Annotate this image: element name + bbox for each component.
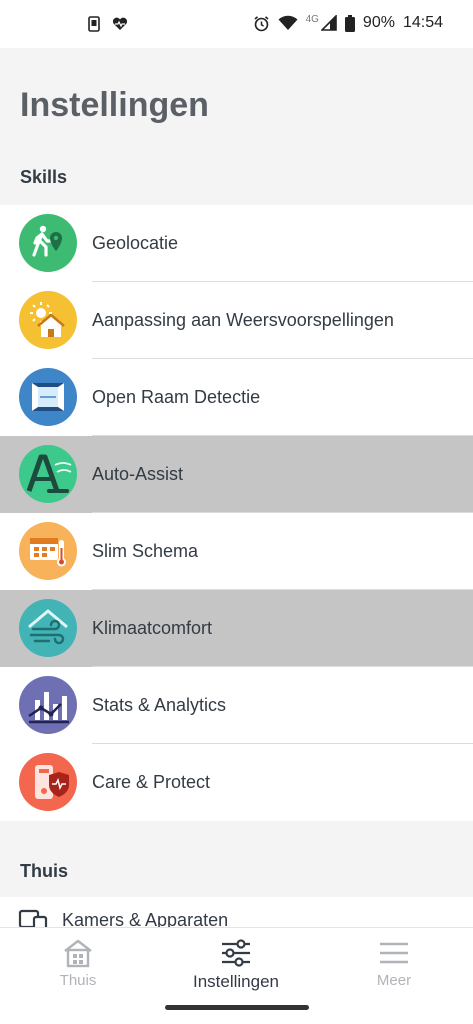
nav-label: Instellingen (192, 972, 279, 991)
skill-label: Slim Schema (92, 541, 199, 561)
skill-label: Auto-Assist (92, 464, 184, 484)
care-protect-icon (19, 753, 77, 811)
network-type: 4G (305, 13, 319, 25)
geolocation-icon (19, 214, 77, 272)
wifi-icon (278, 15, 298, 30)
skill-label: Care & Protect (92, 772, 211, 792)
home-icon (64, 939, 92, 968)
battery-icon (344, 14, 355, 32)
weather-house-icon (19, 291, 77, 349)
skill-item-open-window-detection[interactable]: Open Raam Detectie (0, 359, 473, 436)
skill-label: Aanpassing aan Weersvoorspellingen (92, 310, 394, 330)
menu-icon (380, 942, 408, 964)
section-header-skills: Skills (20, 167, 68, 187)
skill-item-auto-assist[interactable]: Auto-Assist (0, 436, 473, 513)
nav-tab-meer[interactable]: Meer (334, 938, 454, 989)
stats-icon (19, 676, 77, 734)
section-header-thuis: Thuis (20, 861, 68, 881)
smart-schedule-icon (19, 522, 77, 580)
nav-label: Meer (376, 972, 412, 989)
skill-item-smart-schedule[interactable]: Slim Schema (0, 513, 473, 590)
cell-signal-icon (320, 15, 337, 31)
home-indicator-bar[interactable] (165, 1005, 309, 1010)
health-heart-icon (112, 17, 128, 30)
open-window-icon (19, 368, 77, 426)
skill-item-climate-comfort[interactable]: Klimaatcomfort (0, 590, 473, 667)
auto-assist-icon (19, 445, 77, 503)
skill-label: Open Raam Detectie (92, 387, 261, 407)
skill-item-geolocatie[interactable]: Geolocatie (0, 205, 473, 282)
skill-label: Geolocatie (92, 233, 179, 253)
status-bar: 4G 90% 14:54 (0, 0, 473, 48)
nav-tab-instellingen[interactable]: Instellingen (176, 938, 296, 992)
skill-label: Stats & Analytics (92, 695, 227, 715)
clock: 14:54 (402, 14, 443, 31)
alarm-icon (254, 15, 269, 31)
skill-item-care-protect[interactable]: Care & Protect (0, 744, 473, 821)
skill-item-stats-analytics[interactable]: Stats & Analytics (0, 667, 473, 744)
nav-label: Thuis (59, 972, 97, 989)
device-notification-icon (88, 16, 100, 32)
nav-tab-thuis[interactable]: Thuis (18, 938, 138, 989)
skills-list: Geolocatie Aanpassing aan Weersvoorspell… (0, 205, 473, 821)
climate-comfort-icon (19, 599, 77, 657)
skill-item-weather-adaptation[interactable]: Aanpassing aan Weersvoorspellingen (0, 282, 473, 359)
sliders-icon (222, 939, 250, 967)
battery-percentage: 90% (362, 14, 395, 31)
skill-label: Klimaatcomfort (92, 618, 213, 638)
status-left-icons (88, 16, 128, 32)
status-right-icons: 4G 90% 14:54 (253, 14, 443, 32)
page-title: Instellingen (20, 86, 209, 124)
